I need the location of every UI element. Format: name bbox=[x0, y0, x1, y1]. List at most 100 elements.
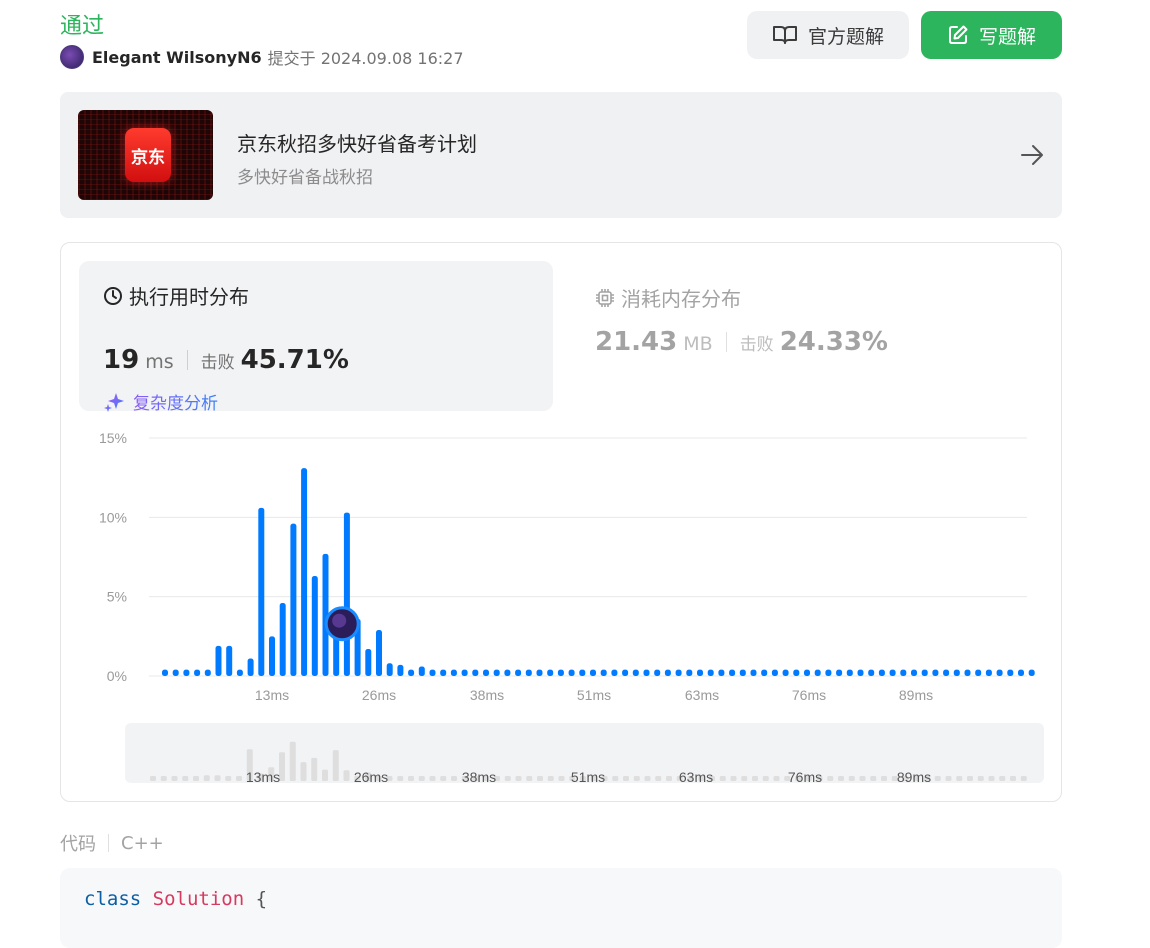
chart-bar[interactable] bbox=[450, 669, 457, 676]
chart-bar[interactable] bbox=[632, 669, 639, 676]
navigator-tick-label: 26ms bbox=[354, 769, 388, 785]
chart-bar[interactable] bbox=[1007, 669, 1014, 676]
chart-bar[interactable] bbox=[461, 669, 468, 676]
chart-bar[interactable] bbox=[878, 669, 885, 676]
navigator-bar bbox=[547, 776, 554, 781]
navigator-bar bbox=[526, 776, 533, 781]
code-block[interactable]: class Solution { bbox=[60, 868, 1062, 948]
chart-bar[interactable] bbox=[739, 669, 746, 676]
navigator-bar bbox=[160, 776, 167, 781]
chart-bar[interactable] bbox=[750, 669, 757, 676]
chart-bar[interactable] bbox=[183, 669, 190, 676]
chart-bar[interactable] bbox=[547, 669, 554, 676]
chart-bar[interactable] bbox=[408, 669, 415, 676]
chart-bar[interactable] bbox=[1018, 669, 1024, 676]
chart-bar[interactable] bbox=[590, 669, 596, 676]
chart-bar[interactable] bbox=[343, 512, 350, 676]
chart-bar[interactable] bbox=[194, 669, 201, 676]
chart-bar[interactable] bbox=[996, 669, 1003, 676]
chart-bar[interactable] bbox=[761, 669, 768, 676]
chart-bar[interactable] bbox=[1028, 669, 1035, 676]
chart-bar[interactable] bbox=[483, 669, 489, 676]
chart-bar[interactable] bbox=[525, 669, 532, 676]
chart-bar[interactable] bbox=[697, 669, 703, 676]
chart-bar[interactable] bbox=[622, 669, 629, 676]
chart-bar[interactable] bbox=[258, 507, 265, 676]
chart-bar[interactable] bbox=[729, 669, 736, 676]
chart-bar[interactable] bbox=[493, 669, 500, 676]
author-row: Elegant WilsonyN6 提交于 2024.09.08 16:27 bbox=[60, 45, 464, 69]
chart-bar[interactable] bbox=[311, 576, 318, 676]
chart-bar[interactable] bbox=[804, 669, 810, 676]
chart-bar[interactable] bbox=[975, 669, 982, 676]
chart-bar[interactable] bbox=[226, 645, 233, 676]
chart-bar[interactable] bbox=[846, 669, 853, 676]
official-solution-button[interactable]: 官方题解 bbox=[747, 11, 909, 59]
chart-bar[interactable] bbox=[172, 669, 179, 676]
chart-bar[interactable] bbox=[504, 669, 511, 676]
chart-bar[interactable] bbox=[953, 669, 960, 676]
chart-bar[interactable] bbox=[943, 669, 950, 676]
navigator-bar bbox=[827, 776, 834, 781]
chart-bar[interactable] bbox=[557, 669, 564, 676]
chart-bar[interactable] bbox=[707, 669, 714, 676]
chart-bar[interactable] bbox=[825, 669, 832, 676]
chart-bar[interactable] bbox=[429, 669, 436, 676]
code-line: class Solution { bbox=[84, 888, 267, 910]
chart-bar[interactable] bbox=[771, 669, 778, 676]
chart-bar[interactable] bbox=[814, 669, 821, 676]
chart-bar[interactable] bbox=[793, 669, 800, 676]
chart-bar[interactable] bbox=[162, 669, 168, 676]
chart-bar[interactable] bbox=[204, 669, 211, 676]
navigator-bar bbox=[612, 776, 619, 781]
chart-bar[interactable] bbox=[515, 669, 522, 676]
chart-bar[interactable] bbox=[932, 669, 939, 676]
chart-bar[interactable] bbox=[857, 669, 864, 676]
chart-bar[interactable] bbox=[568, 669, 575, 676]
chart-bar[interactable] bbox=[782, 669, 789, 676]
chart-bar[interactable] bbox=[921, 669, 928, 676]
navigator-bar bbox=[300, 762, 307, 781]
navigator-bar bbox=[848, 776, 855, 781]
chart-bar[interactable] bbox=[964, 669, 971, 676]
chart-bar[interactable] bbox=[301, 468, 308, 676]
chart-bar[interactable] bbox=[664, 669, 671, 676]
chart-bar[interactable] bbox=[247, 658, 254, 676]
chart-bar[interactable] bbox=[889, 669, 896, 676]
promo-banner[interactable]: 京东 京东秋招多快好省备考计划 多快好省备战秋招 bbox=[60, 92, 1062, 218]
chart-bar[interactable] bbox=[386, 663, 393, 676]
chart-bar[interactable] bbox=[686, 669, 693, 676]
chart-bar[interactable] bbox=[290, 523, 297, 676]
chart-bar[interactable] bbox=[418, 666, 425, 676]
chart-bar[interactable] bbox=[643, 669, 650, 676]
navigator-bar bbox=[773, 776, 780, 781]
chart-bar[interactable] bbox=[365, 649, 372, 676]
chart-bar[interactable] bbox=[397, 664, 404, 676]
chart-bar[interactable] bbox=[440, 669, 447, 676]
chart-bar[interactable] bbox=[269, 636, 275, 676]
chart-bar[interactable] bbox=[279, 603, 286, 676]
chart-bar[interactable] bbox=[611, 669, 618, 676]
navigator-bar bbox=[623, 776, 629, 781]
write-solution-button[interactable]: 写题解 bbox=[921, 11, 1062, 59]
navigator-bar bbox=[332, 750, 339, 781]
chart-bar[interactable] bbox=[536, 669, 543, 676]
chart-bar[interactable] bbox=[900, 669, 907, 676]
chart-bar[interactable] bbox=[215, 645, 222, 676]
chart-bar[interactable] bbox=[236, 669, 243, 676]
chart-bar[interactable] bbox=[836, 669, 843, 676]
author-name[interactable]: Elegant WilsonyN6 bbox=[92, 48, 262, 67]
navigator-bar bbox=[225, 776, 232, 781]
chart-bar[interactable] bbox=[868, 669, 875, 676]
chart-bar[interactable] bbox=[675, 669, 682, 676]
chart-bar[interactable] bbox=[472, 669, 479, 676]
chart-bar[interactable] bbox=[911, 669, 917, 676]
chart-bar[interactable] bbox=[600, 669, 607, 676]
avatar[interactable] bbox=[60, 45, 84, 69]
write-solution-label: 写题解 bbox=[978, 25, 1036, 48]
chart-bar[interactable] bbox=[579, 669, 586, 676]
chart-bar[interactable] bbox=[985, 669, 992, 676]
chart-bar[interactable] bbox=[654, 669, 661, 676]
chart-bar[interactable] bbox=[718, 669, 725, 676]
chart-bar[interactable] bbox=[376, 629, 382, 676]
